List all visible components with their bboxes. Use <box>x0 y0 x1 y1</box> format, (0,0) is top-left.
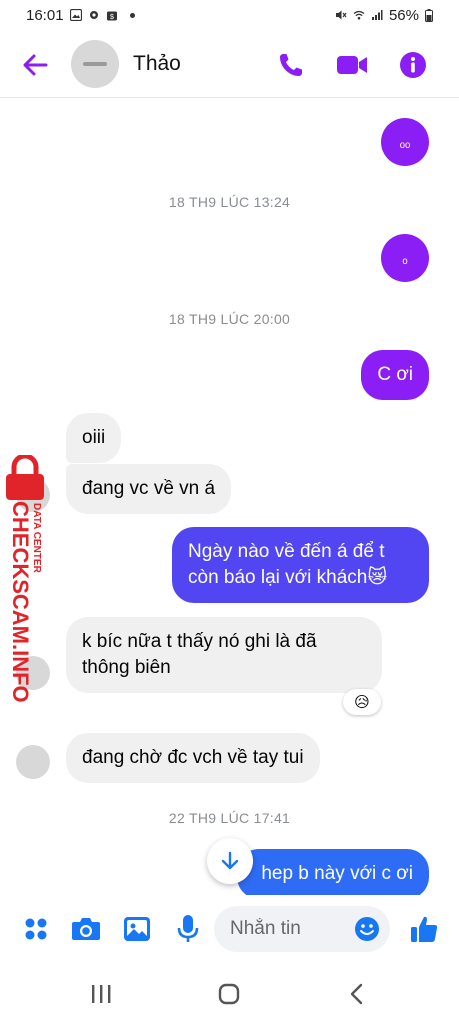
image-icon <box>124 917 150 941</box>
message-text: đang chờ đc vch về tay tui <box>82 747 304 768</box>
message-input[interactable] <box>214 906 344 952</box>
incoming-message[interactable]: đang vc về vn á <box>66 464 232 514</box>
voice-message-button[interactable] <box>172 913 204 945</box>
home-button[interactable] <box>214 979 244 1009</box>
message-reaction[interactable]: 😥 <box>343 689 381 715</box>
contact-avatar[interactable] <box>71 40 119 88</box>
conversation-info-button[interactable] <box>397 49 429 81</box>
outgoing-message[interactable]: ₒ <box>381 234 429 282</box>
message-input-container <box>214 906 390 952</box>
timestamp-divider: 18 TH9 LÚC 13:24 <box>168 194 291 210</box>
back-arrow-icon[interactable] <box>20 50 50 80</box>
message-text: C ơi <box>377 364 413 385</box>
recents-icon <box>92 985 111 1003</box>
like-button[interactable] <box>408 913 440 945</box>
message-text: ₒₒ <box>399 134 411 150</box>
settings-icon <box>89 11 98 19</box>
message-text: đang vc về vn á <box>82 478 216 499</box>
back-button[interactable] <box>342 979 372 1009</box>
battery-percentage: 56% <box>388 6 419 24</box>
battery-icon <box>425 8 433 22</box>
svg-text:$: $ <box>110 14 114 21</box>
info-icon <box>400 52 426 78</box>
home-icon <box>218 983 240 1005</box>
timestamp-divider: 18 TH9 LÚC 20:00 <box>168 311 291 327</box>
video-call-button[interactable] <box>336 49 368 81</box>
message-text: oiii <box>82 427 106 448</box>
incoming-message[interactable]: đang chờ đc vch về tay tui <box>66 733 320 783</box>
microphone-icon <box>177 915 199 942</box>
photo-icon <box>69 9 82 21</box>
avatar-placeholder-icon <box>83 62 107 66</box>
camera-icon <box>72 918 100 940</box>
watermark-sub-text: DATA CENTER <box>31 503 42 573</box>
mute-icon <box>335 10 347 20</box>
status-left: 16:01 $ <box>26 7 135 24</box>
sender-avatar[interactable] <box>16 745 50 779</box>
outgoing-message[interactable]: C ơi <box>361 350 429 400</box>
status-bar: 16:01 $ 56% <box>0 0 459 30</box>
message-text: k bíc nữa t thấy nó ghi là đã thông biên <box>82 631 317 678</box>
message-text: Ngày nào về đến á để t còn báo lại với k… <box>188 541 388 588</box>
arrow-down-icon <box>221 851 239 870</box>
status-right: 56% <box>335 7 433 24</box>
outgoing-message[interactable]: Ngày nào về đến á để t còn báo lại với k… <box>172 527 429 603</box>
message-text: ₒ <box>402 250 408 266</box>
outgoing-message[interactable]: hep b này với c ơi <box>237 849 429 895</box>
back-chevron-icon <box>350 983 363 1005</box>
contact-name[interactable]: Thảo <box>133 52 181 76</box>
timestamp-divider: 22 TH9 LÚC 17:41 <box>168 810 291 826</box>
emoji-icon[interactable] <box>354 916 380 942</box>
incoming-message[interactable]: k bíc nữa t thấy nó ghi là đã thông biên <box>66 617 382 693</box>
signal-icon <box>371 10 383 20</box>
message-list[interactable]: ₒₒ 18 TH9 LÚC 13:24 ₒ 18 TH9 LÚC 20:00 C… <box>0 99 459 895</box>
reaction-emoji: 😥 <box>354 694 370 711</box>
camera-button[interactable] <box>70 913 102 945</box>
outgoing-message[interactable]: ₒₒ <box>381 118 429 166</box>
like-icon <box>411 916 438 942</box>
chat-header: Thảo <box>0 30 459 98</box>
lock-icon <box>6 455 44 500</box>
message-composer <box>0 895 459 967</box>
video-camera-icon <box>337 56 367 74</box>
notification-dot <box>129 12 135 18</box>
system-navigation-bar <box>0 967 459 1024</box>
wifi-icon <box>353 10 365 20</box>
status-time: 16:01 <box>26 6 64 24</box>
more-actions-button[interactable] <box>20 913 52 945</box>
gallery-button[interactable] <box>121 913 153 945</box>
message-text: hep b này với c ơi <box>261 863 413 884</box>
checkscam-watermark: CHECKSCAM.INFO DATA CENTER <box>0 455 54 703</box>
incoming-message[interactable]: oiii <box>66 413 122 463</box>
apps-icon <box>25 918 47 940</box>
watermark-main-text: CHECKSCAM.INFO <box>8 501 33 703</box>
phone-icon <box>280 54 302 76</box>
scroll-to-bottom-button[interactable] <box>207 838 253 884</box>
store-icon: $ <box>106 11 117 21</box>
recents-button[interactable] <box>86 979 116 1009</box>
voice-call-button[interactable] <box>275 49 307 81</box>
